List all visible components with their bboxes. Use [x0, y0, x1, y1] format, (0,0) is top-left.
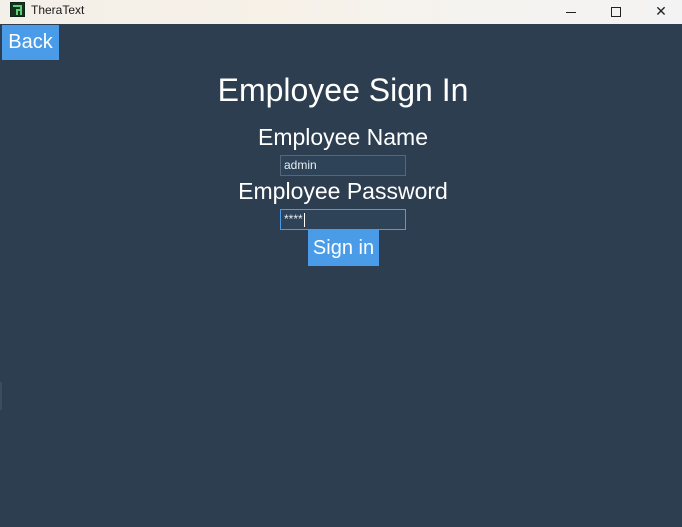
sign-in-button[interactable]: Sign in [308, 230, 379, 266]
employee-password-value: **** [284, 212, 303, 226]
employee-name-value: admin [284, 158, 317, 172]
window-resize-edge[interactable] [0, 382, 2, 410]
close-button[interactable]: ✕ [638, 0, 682, 24]
minimize-button[interactable] [548, 0, 594, 24]
title-bar[interactable]: TheraText ✕ [0, 0, 682, 24]
page-title: Employee Sign In [217, 72, 469, 108]
employee-password-label: Employee Password [238, 178, 448, 204]
app-window: TheraText ✕ Back Employee Sign In Employ… [0, 0, 682, 527]
back-button[interactable]: Back [2, 25, 59, 60]
minimize-icon [566, 11, 576, 13]
theratext-app-icon [10, 2, 25, 17]
maximize-icon [611, 7, 621, 17]
window-title: TheraText [31, 3, 85, 17]
employee-name-label: Employee Name [257, 124, 429, 150]
close-icon: ✕ [655, 4, 667, 20]
text-caret [303, 212, 305, 227]
employee-password-field[interactable]: **** [280, 209, 406, 230]
maximize-button[interactable] [593, 0, 639, 24]
employee-name-field[interactable]: admin [280, 155, 406, 176]
